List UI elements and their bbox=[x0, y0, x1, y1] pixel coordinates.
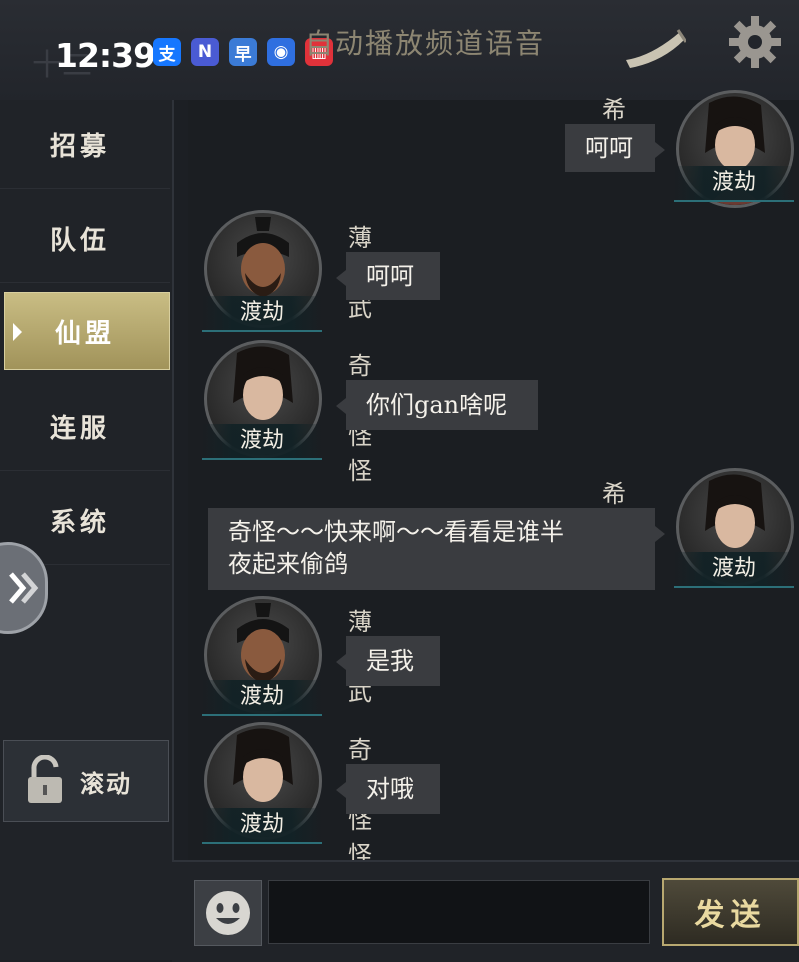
rank-tag: 渡劫 bbox=[202, 296, 322, 332]
sidebar-item-recruit[interactable]: 招募 bbox=[0, 100, 170, 189]
sidebar-item-label: 队伍 bbox=[50, 225, 111, 256]
message-bubble: 呵呵 bbox=[565, 124, 665, 172]
rank-tag: 渡劫 bbox=[202, 680, 322, 716]
message-line: 奇怪～～快来啊～～看看是谁半 bbox=[228, 518, 564, 546]
rank-tag: 渡劫 bbox=[674, 166, 794, 202]
sidebar-item-label: 系统 bbox=[50, 507, 111, 538]
auto-play-voice-label[interactable]: 自动播放频道语音 bbox=[305, 22, 545, 62]
smiley-icon bbox=[206, 891, 250, 935]
double-chevron-icon bbox=[9, 572, 39, 604]
message-input-bar: 发送 bbox=[172, 860, 799, 962]
unlock-icon bbox=[28, 755, 62, 803]
notes-n-icon: N bbox=[191, 38, 219, 66]
horn-icon[interactable] bbox=[622, 26, 686, 70]
rank-tag: 渡劫 bbox=[202, 808, 322, 844]
channel-sidebar: 招募 队伍 仙盟 连服 系统 滚动 bbox=[0, 100, 174, 960]
app-square-icon: 早 bbox=[229, 38, 257, 66]
rank-tag: 渡劫 bbox=[674, 552, 794, 588]
scroll-lock-button[interactable]: 滚动 bbox=[3, 740, 169, 822]
message-line: 夜起来偷鸽 bbox=[228, 550, 348, 578]
active-indicator-icon bbox=[13, 323, 22, 341]
send-button[interactable]: 发送 bbox=[662, 878, 799, 946]
message-bubble: 对哦 bbox=[336, 764, 440, 814]
status-time: 12:39 bbox=[55, 36, 156, 75]
message-bubble: 奇怪～～快来啊～～看看是谁半 夜起来偷鸽 bbox=[208, 508, 665, 590]
top-bar: 十二 12:39 支 N 早 ◉ ▥ 自动播放频道语音 bbox=[0, 0, 799, 100]
chat-message-list[interactable]: 渡劫 希宁 呵呵 渡劫 薄元武 呵呵 渡劫 奇 bbox=[188, 90, 799, 869]
scroll-label: 滚动 bbox=[80, 768, 132, 798]
message-input[interactable] bbox=[268, 880, 650, 944]
emoji-button[interactable] bbox=[194, 880, 262, 946]
message-bubble: 是我 bbox=[336, 636, 440, 686]
circle-app-icon: ◉ bbox=[267, 38, 295, 66]
gear-icon[interactable] bbox=[727, 14, 783, 70]
sidebar-item-label: 招募 bbox=[50, 131, 111, 162]
message-bubble: 呵呵 bbox=[336, 252, 440, 300]
sidebar-item-cross-server[interactable]: 连服 bbox=[0, 382, 170, 471]
alipay-icon: 支 bbox=[153, 38, 181, 66]
sidebar-item-alliance[interactable]: 仙盟 bbox=[4, 292, 170, 370]
message-bubble: 你们gan啥呢 bbox=[336, 380, 538, 430]
rank-tag: 渡劫 bbox=[202, 424, 322, 460]
sidebar-item-label: 连服 bbox=[50, 413, 111, 444]
sidebar-item-team[interactable]: 队伍 bbox=[0, 194, 170, 283]
